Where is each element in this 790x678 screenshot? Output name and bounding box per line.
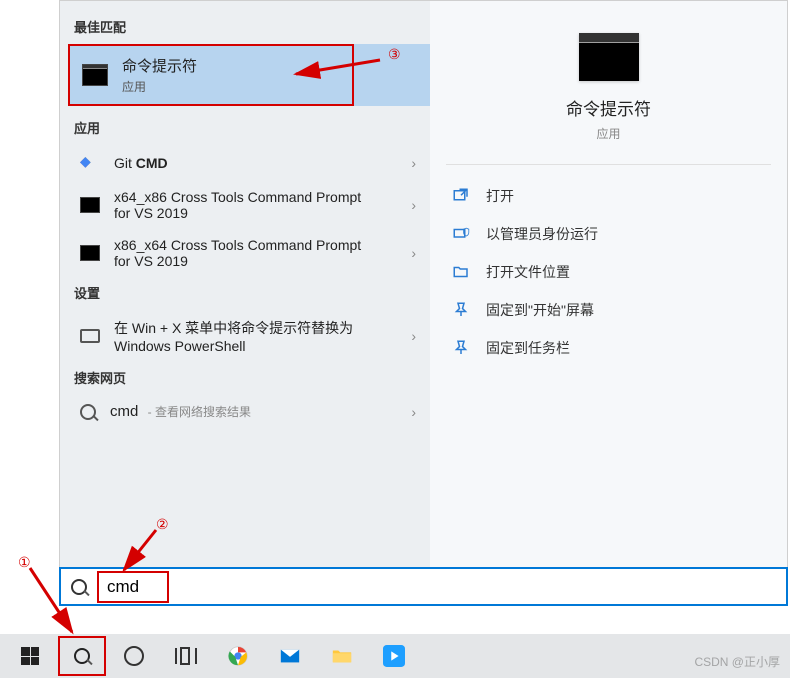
play-app-icon [383,645,405,667]
search-icon [74,648,90,664]
preview-card: 命令提示符 应用 [446,17,771,165]
taskbar-search-button[interactable] [58,636,106,676]
start-button[interactable] [6,636,54,676]
app-item-git-cmd[interactable]: Git CMD › [60,145,430,181]
taskbar-app-mail[interactable] [266,636,314,676]
annotation-1: ① [18,554,31,571]
app-label: x86_x64 Cross Tools Command Prompt for V… [114,237,374,269]
results-left-column: 最佳匹配 命令提示符 应用 应用 Git CMD › x64_x86 Cross… [60,1,430,605]
cmd-icon [82,64,108,86]
preview-subtitle: 应用 [446,125,771,142]
cmd-preview-icon [579,33,639,81]
web-item-cmd[interactable]: cmd - 查看网络搜索结果 › [60,395,430,428]
preview-column: 命令提示符 应用 打开 以管理员身份运行 打开文件位置 固定到"开始"屏幕 固定… [430,1,787,605]
chevron-right-icon: › [411,155,416,171]
app-item-x86-x64[interactable]: x86_x64 Cross Tools Command Prompt for V… [60,229,430,277]
action-label: 固定到任务栏 [486,338,570,358]
action-label: 固定到"开始"屏幕 [486,300,594,320]
section-settings: 设置 [60,277,430,310]
shield-admin-icon [452,225,470,243]
section-apps: 应用 [60,112,430,145]
best-match-item[interactable]: 命令提示符 应用 [68,44,430,106]
cmd-icon [80,197,100,213]
annotation-box-3 [68,44,354,106]
cortana-button[interactable] [110,636,158,676]
chevron-right-icon: › [411,245,416,261]
watermark: CSDN @正小厚 [694,653,780,670]
search-input[interactable] [103,575,163,599]
section-best-match: 最佳匹配 [60,11,430,44]
annotation-box-input [97,571,169,603]
cmd-icon [80,245,100,261]
search-input-bar[interactable] [59,567,788,606]
section-web: 搜索网页 [60,362,430,395]
search-results-panel: 最佳匹配 命令提示符 应用 应用 Git CMD › x64_x86 Cross… [59,0,788,605]
action-pin-start[interactable]: 固定到"开始"屏幕 [446,291,771,329]
task-view-icon [175,648,197,664]
search-icon [71,579,87,595]
windows-logo-icon [21,647,39,665]
action-run-admin[interactable]: 以管理员身份运行 [446,215,771,253]
search-icon [80,404,96,420]
task-view-button[interactable] [162,636,210,676]
chevron-right-icon: › [411,328,416,344]
app-item-x64-x86[interactable]: x64_x86 Cross Tools Command Prompt for V… [60,181,430,229]
open-icon [452,187,470,205]
action-label: 打开文件位置 [486,262,570,282]
mail-icon [279,645,301,667]
app-label: x64_x86 Cross Tools Command Prompt for V… [114,189,374,221]
chrome-icon [227,645,249,667]
action-open[interactable]: 打开 [446,177,771,215]
taskbar-app-chrome[interactable] [214,636,262,676]
taskbar-app-triangle[interactable] [370,636,418,676]
monitor-icon [80,329,100,343]
action-label: 打开 [486,186,514,206]
taskbar [0,634,790,678]
folder-icon [452,263,470,281]
cortana-ring-icon [124,646,144,666]
taskbar-app-explorer[interactable] [318,636,366,676]
best-match-text: 命令提示符 应用 [122,55,197,95]
action-label: 以管理员身份运行 [486,224,598,244]
app-label: Git CMD [114,155,168,171]
web-label: cmd - 查看网络搜索结果 [110,403,251,420]
pin-icon [452,301,470,319]
action-open-location[interactable]: 打开文件位置 [446,253,771,291]
best-match-subtitle: 应用 [122,78,197,95]
folder-icon [331,645,353,667]
preview-title: 命令提示符 [446,95,771,120]
setting-item-winx[interactable]: 在 Win + X 菜单中将命令提示符替换为 Windows PowerShel… [60,310,430,362]
setting-label: 在 Win + X 菜单中将命令提示符替换为 Windows PowerShel… [114,318,374,354]
chevron-right-icon: › [411,404,416,420]
action-pin-taskbar[interactable]: 固定到任务栏 [446,329,771,367]
git-icon [80,153,100,173]
best-match-title: 命令提示符 [122,55,197,76]
chevron-right-icon: › [411,197,416,213]
pin-icon [452,339,470,357]
